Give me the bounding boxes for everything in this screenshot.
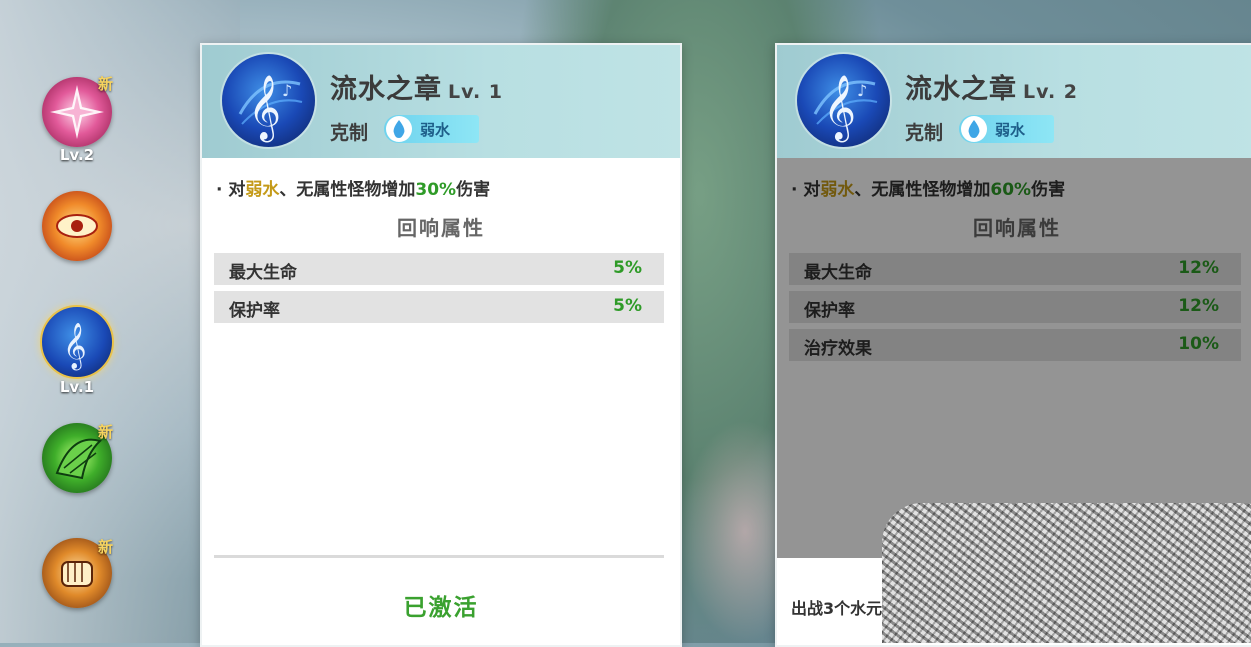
counter-label: 克制 bbox=[330, 122, 369, 144]
new-badge: 新 bbox=[98, 538, 114, 556]
sidebar-item-level: Lv.2 bbox=[59, 146, 95, 164]
svg-text:𝄞: 𝄞 bbox=[248, 75, 281, 142]
water-drop-icon bbox=[386, 116, 412, 142]
new-badge: 新 bbox=[98, 75, 114, 93]
card-title: 流水之章 Lv. 1 bbox=[330, 67, 503, 106]
sidebar-item-level: Lv.1 bbox=[59, 378, 95, 396]
mosaic-overlay bbox=[882, 503, 1251, 643]
divider bbox=[214, 555, 664, 558]
svg-text:♪: ♪ bbox=[282, 81, 292, 100]
treble-clef-icon: 𝄞 ♪ bbox=[238, 75, 303, 142]
card-header: 𝄞 ♪ 流水之章 Lv. 2 克制 弱水 bbox=[777, 45, 1251, 158]
svg-text:♪: ♪ bbox=[857, 81, 867, 100]
section-title: 回响属性 bbox=[397, 216, 485, 240]
effect-suffix: 伤害 bbox=[456, 180, 491, 200]
locked-overlay bbox=[777, 158, 1251, 558]
effect-mid: 、无属性怪物增加 bbox=[279, 180, 416, 200]
counter-type: 弱水 bbox=[995, 121, 1026, 139]
title-level: Lv. 2 bbox=[1023, 81, 1078, 103]
card-title: 流水之章 Lv. 2 bbox=[905, 67, 1078, 106]
treble-clef-icon: 𝄞 bbox=[63, 323, 87, 371]
effect-value: 30% bbox=[415, 180, 457, 200]
echo-card-level-1[interactable]: 𝄞 ♪ 流水之章 Lv. 1 克制 弱水 · 对弱水、无属性怪物增加30%伤害 回… bbox=[200, 43, 682, 647]
counter-type: 弱水 bbox=[420, 121, 451, 139]
sidebar-item-music[interactable]: 𝄞 bbox=[40, 305, 114, 379]
sidebar-item-eye[interactable] bbox=[42, 191, 112, 261]
stat-name: 保护率 bbox=[229, 301, 280, 321]
title-level: Lv. 1 bbox=[448, 81, 503, 103]
water-chapter-emblem: 𝄞 ♪ bbox=[222, 54, 315, 147]
effect-prefix: · 对 bbox=[216, 180, 246, 200]
new-badge: 新 bbox=[98, 423, 114, 441]
counter-badge: 弱水 bbox=[959, 115, 1054, 143]
stat-value: 5% bbox=[613, 296, 642, 316]
water-chapter-emblem: 𝄞 ♪ bbox=[797, 54, 890, 147]
card-header: 𝄞 ♪ 流水之章 Lv. 1 克制 弱水 bbox=[202, 45, 680, 158]
stat-name: 最大生命 bbox=[229, 263, 297, 283]
svg-text:𝄞: 𝄞 bbox=[823, 75, 856, 142]
counter-label: 克制 bbox=[905, 122, 944, 144]
counter-badge: 弱水 bbox=[384, 115, 479, 143]
water-drop-icon bbox=[961, 116, 987, 142]
title-text: 流水之章 bbox=[905, 74, 1017, 105]
eye-icon bbox=[56, 214, 98, 238]
svg-text:𝄞: 𝄞 bbox=[63, 323, 87, 371]
stat-row: 最大生命 5% bbox=[214, 253, 664, 285]
treble-clef-icon: 𝄞 ♪ bbox=[813, 75, 878, 142]
stat-value: 5% bbox=[613, 258, 642, 278]
title-text: 流水之章 bbox=[330, 74, 442, 105]
stat-row: 保护率 5% bbox=[214, 291, 664, 323]
effect-description: · 对弱水、无属性怪物增加30%伤害 bbox=[216, 175, 490, 200]
effect-element: 弱水 bbox=[245, 180, 280, 200]
activated-status: 已激活 bbox=[403, 595, 479, 621]
